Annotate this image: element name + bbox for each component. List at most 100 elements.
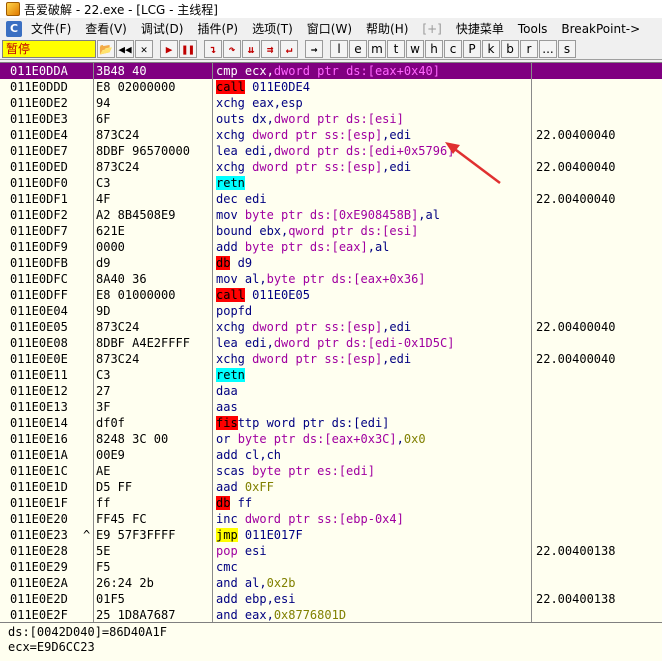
- step-over-icon[interactable]: ↷: [223, 40, 241, 58]
- disasm-row[interactable]: 011E0DFC 8A40 36 mov al,byte ptr ds:[eax+0…: [0, 271, 662, 287]
- disasm-row[interactable]: 011E0DF1 4F dec edi 22.00400040: [0, 191, 662, 207]
- disasm-row[interactable]: 011E0E20 FF45 FC inc dword ptr ss:[ebp-0x4…: [0, 511, 662, 527]
- instruction-token: outs: [216, 112, 253, 126]
- disasm-row[interactable]: 011E0E28 5E pop esi 22.00400138: [0, 543, 662, 559]
- disasm-row[interactable]: 011E0DFB d9 db d9: [0, 255, 662, 271]
- disasm-row[interactable]: 011E0E11 C3 retn: [0, 367, 662, 383]
- disasm-row[interactable]: 011E0DF7 621E bound ebx,qword ptr ds:[esi]: [0, 223, 662, 239]
- run-trace-button[interactable]: ...: [539, 40, 557, 58]
- menu-options[interactable]: 选项(T): [245, 20, 300, 37]
- handles-button[interactable]: h: [425, 40, 443, 58]
- disasm-row[interactable]: 011E0E1C AE scas byte ptr es:[edi]: [0, 463, 662, 479]
- disasm-row[interactable]: 011E0E1A 00E9 add cl,ch: [0, 447, 662, 463]
- menu-shortcut[interactable]: 快捷菜单: [449, 20, 511, 37]
- cpu-button[interactable]: c: [444, 40, 462, 58]
- step-into-icon[interactable]: ↴: [204, 40, 222, 58]
- instruction-token: ff: [230, 496, 253, 510]
- disasm-row[interactable]: 011E0E05 873C24 xchg dword ptr ss:[esp],ed…: [0, 319, 662, 335]
- disasm-row[interactable]: 011E0E04 9D popfd: [0, 303, 662, 319]
- disasm-row[interactable]: 011E0DDD E8 02000000 call 011E0DE4: [0, 79, 662, 95]
- disasm-row[interactable]: 011E0E23 ^ E9 57F3FFFF jmp 011E017F: [0, 527, 662, 543]
- disasm-row[interactable]: 011E0E16 8248 3C 00 or byte ptr ds:[eax+0x…: [0, 431, 662, 447]
- instruction-token: 011E0E05: [244, 288, 310, 302]
- menu-file[interactable]: 文件(F): [24, 20, 78, 37]
- references-button[interactable]: r: [520, 40, 538, 58]
- executable-modules-button[interactable]: e: [349, 40, 367, 58]
- execute-till-return-icon[interactable]: ↵: [280, 40, 298, 58]
- disasm-row[interactable]: 011E0DE7 8DBF 96570000 lea edi,dword ptr d…: [0, 143, 662, 159]
- disasm-row[interactable]: 011E0DFF E8 01000000 call 011E0E05: [0, 287, 662, 303]
- menu-debug[interactable]: 调试(D): [134, 20, 191, 37]
- windows-button[interactable]: w: [406, 40, 424, 58]
- call-stack-button[interactable]: k: [482, 40, 500, 58]
- instruction-token: db: [216, 496, 231, 510]
- source-button[interactable]: s: [558, 40, 576, 58]
- run-icon[interactable]: ▶: [160, 40, 178, 58]
- trace-into-icon[interactable]: ⇊: [242, 40, 260, 58]
- menu-view[interactable]: 查看(V): [78, 20, 134, 37]
- menu-bar: C 文件(F) 查看(V) 调试(D) 插件(P) 选项(T) 窗口(W) 帮助…: [0, 18, 662, 39]
- disasm-row[interactable]: 011E0E29 F5 cmc: [0, 559, 662, 575]
- instruction-token: jmp: [216, 528, 238, 542]
- memory-map-button[interactable]: m: [368, 40, 386, 58]
- close-icon[interactable]: ✕: [135, 40, 153, 58]
- disasm-row[interactable]: 011E0DF0 C3 retn: [0, 175, 662, 191]
- menu-tools[interactable]: Tools: [511, 22, 555, 36]
- row-hex-bytes: 01F5: [96, 592, 125, 606]
- menu-breakpoint[interactable]: BreakPoint->: [554, 22, 647, 36]
- row-hex-bytes: 8DBF 96570000: [96, 144, 190, 158]
- row-instruction: jmp 011E017F: [216, 527, 303, 543]
- row-hex-bytes: 4F: [96, 192, 111, 206]
- disasm-row[interactable]: 011E0E0E 873C24 xchg dword ptr ss:[esp],ed…: [0, 351, 662, 367]
- disasm-row[interactable]: 011E0E2D 01F5 add ebp,esi 22.00400138: [0, 591, 662, 607]
- disassembly-panel[interactable]: 011E0DDA 3B48 40 cmp ecx,dword ptr ds:[eax…: [0, 62, 662, 622]
- disasm-row[interactable]: 011E0E1F ff db ff: [0, 495, 662, 511]
- disasm-row[interactable]: 011E0E2F 25 1D8A7687 and eax,0x8776801D: [0, 607, 662, 622]
- threads-button[interactable]: t: [387, 40, 405, 58]
- row-address: 011E0E05: [10, 320, 68, 334]
- menu-help[interactable]: 帮助(H): [359, 20, 415, 37]
- open-icon[interactable]: 📂: [97, 40, 115, 58]
- pause-icon[interactable]: ❚❚: [179, 40, 197, 58]
- log-window-button[interactable]: l: [330, 40, 348, 58]
- row-hex-bytes: df0f: [96, 416, 125, 430]
- disasm-row[interactable]: 011E0E12 27 daa: [0, 383, 662, 399]
- menu-window[interactable]: 窗口(W): [300, 20, 359, 37]
- breakpoints-button[interactable]: b: [501, 40, 519, 58]
- instruction-token: xchg: [216, 352, 253, 366]
- disasm-row[interactable]: 011E0E08 8DBF A4E2FFFF lea edi,dword ptr d…: [0, 335, 662, 351]
- disasm-row[interactable]: 011E0E2A 26:24 2b and al,0x2b: [0, 575, 662, 591]
- row-hex-bytes: D5 FF: [96, 480, 133, 494]
- instruction-token: call: [216, 80, 245, 94]
- row-instruction: dec edi: [216, 191, 267, 207]
- instruction-token: daa: [216, 384, 238, 398]
- goto-icon[interactable]: →: [305, 40, 323, 58]
- disasm-row[interactable]: 011E0DF9 0000 add byte ptr ds:[eax],al: [0, 239, 662, 255]
- row-instruction: and al,0x2b: [216, 575, 296, 591]
- instruction-token: xchg: [216, 160, 253, 174]
- disasm-row[interactable]: 011E0DDA 3B48 40 cmp ecx,dword ptr ds:[eax…: [0, 63, 662, 79]
- row-address: 011E0E28: [10, 544, 68, 558]
- disasm-row[interactable]: 011E0E14 df0f fisttp word ptr ds:[edi]: [0, 415, 662, 431]
- rewind-icon[interactable]: ◀◀: [116, 40, 134, 58]
- disasm-row[interactable]: 011E0E1D D5 FF aad 0xFF: [0, 479, 662, 495]
- disasm-row[interactable]: 011E0DE4 873C24 xchg dword ptr ss:[esp],ed…: [0, 127, 662, 143]
- row-instruction: xchg dword ptr ss:[esp],edi: [216, 319, 411, 335]
- disasm-row[interactable]: 011E0DED 873C24 xchg dword ptr ss:[esp],ed…: [0, 159, 662, 175]
- disasm-row[interactable]: 011E0DE3 6F outs dx,dword ptr ds:[esi]: [0, 111, 662, 127]
- instruction-token: edi: [244, 192, 267, 206]
- instruction-token: mov: [216, 272, 245, 286]
- menu-plugins[interactable]: 插件(P): [190, 20, 245, 37]
- cpu-window-icon[interactable]: C: [6, 20, 22, 37]
- row-hex-bytes: 25 1D8A7687: [96, 608, 176, 622]
- title-bar: 吾爱破解 - 22.exe - [LCG - 主线程]: [0, 0, 662, 18]
- disasm-row[interactable]: 011E0DE2 94 xchg eax,esp: [0, 95, 662, 111]
- patches-button[interactable]: P: [463, 40, 481, 58]
- disasm-row[interactable]: 011E0E13 3F aas: [0, 399, 662, 415]
- menu-expand[interactable]: [+]: [415, 22, 448, 36]
- instruction-token: cl,ch: [244, 448, 282, 462]
- instruction-token: xchg: [216, 320, 253, 334]
- row-address: 011E0E23: [10, 528, 68, 542]
- trace-over-icon[interactable]: ⇉: [261, 40, 279, 58]
- disasm-row[interactable]: 011E0DF2 A2 8B4508E9 mov byte ptr ds:[0xE9…: [0, 207, 662, 223]
